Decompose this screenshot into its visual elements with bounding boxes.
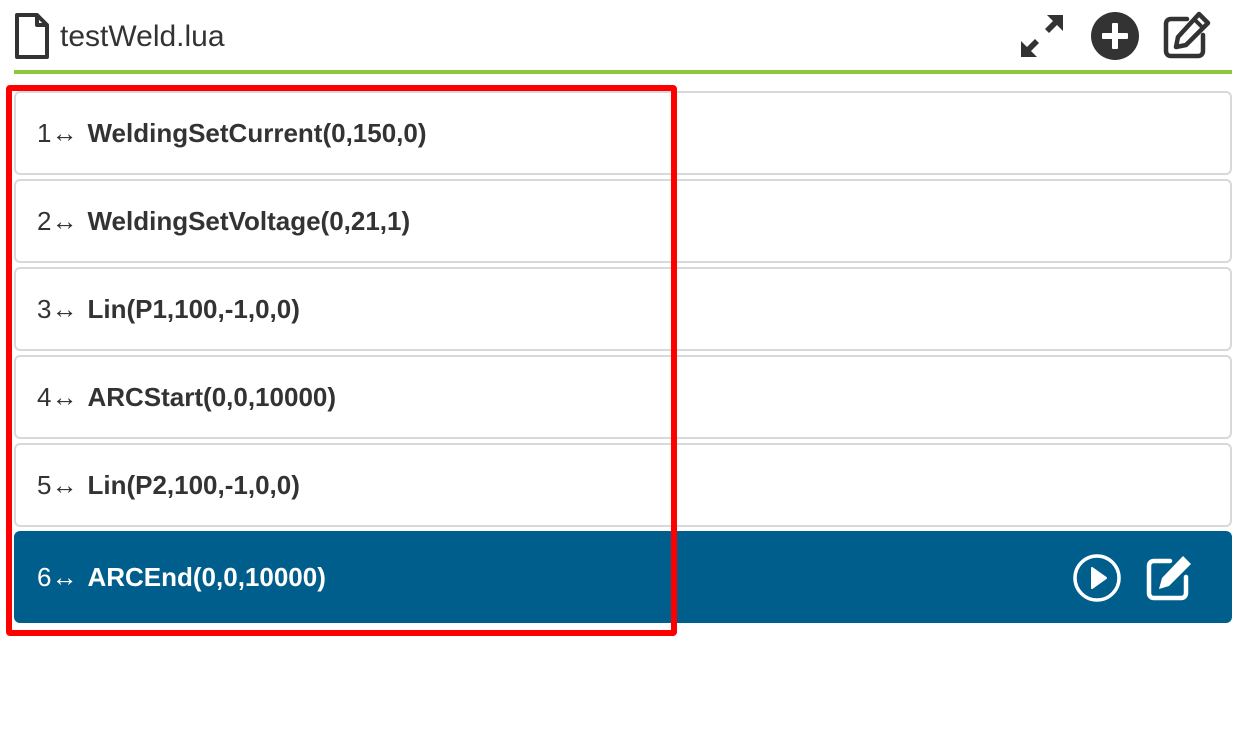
command-row-1[interactable]: 1 ↔ WeldingSetCurrent(0,150,0) xyxy=(14,91,1232,175)
plus-circle-icon[interactable] xyxy=(1089,10,1141,62)
arrow-icon: ↔ xyxy=(51,561,78,592)
edit-icon[interactable] xyxy=(1144,553,1194,603)
line-number: 4 xyxy=(37,381,52,412)
command-list: 1 ↔ WeldingSetCurrent(0,150,0) 2 ↔ Weldi… xyxy=(14,91,1232,623)
line-number: 2 xyxy=(37,205,52,236)
command-text: Lin(P2,100,-1,0,0) xyxy=(87,469,300,500)
arrow-icon: ↔ xyxy=(51,117,78,148)
line-number: 3 xyxy=(37,293,52,324)
expand-icon[interactable] xyxy=(1016,10,1068,62)
edit-icon[interactable] xyxy=(1160,10,1212,62)
command-text: Lin(P1,100,-1,0,0) xyxy=(87,293,300,324)
line-number: 1 xyxy=(37,117,52,148)
line-number: 6 xyxy=(37,561,52,592)
arrow-icon: ↔ xyxy=(51,469,78,500)
play-circle-icon[interactable] xyxy=(1072,553,1122,603)
file-icon xyxy=(14,12,50,60)
command-text: WeldingSetCurrent(0,150,0) xyxy=(87,117,427,148)
file-title: testWeld.lua xyxy=(60,20,225,53)
file-header: testWeld.lua xyxy=(14,0,1232,74)
command-row-6-selected[interactable]: 6 ↔ ARCEnd(0,0,10000) xyxy=(14,531,1232,623)
arrow-icon: ↔ xyxy=(51,381,78,412)
command-row-3[interactable]: 3 ↔ Lin(P1,100,-1,0,0) xyxy=(14,267,1232,351)
line-number: 5 xyxy=(37,469,52,500)
command-text: ARCEnd(0,0,10000) xyxy=(87,561,326,592)
command-text: WeldingSetVoltage(0,21,1) xyxy=(87,205,411,236)
arrow-icon: ↔ xyxy=(51,293,78,324)
command-row-4[interactable]: 4 ↔ ARCStart(0,0,10000) xyxy=(14,355,1232,439)
command-text: ARCStart(0,0,10000) xyxy=(87,381,337,412)
command-row-2[interactable]: 2 ↔ WeldingSetVoltage(0,21,1) xyxy=(14,179,1232,263)
arrow-icon: ↔ xyxy=(51,205,78,236)
command-row-5[interactable]: 5 ↔ Lin(P2,100,-1,0,0) xyxy=(14,443,1232,527)
